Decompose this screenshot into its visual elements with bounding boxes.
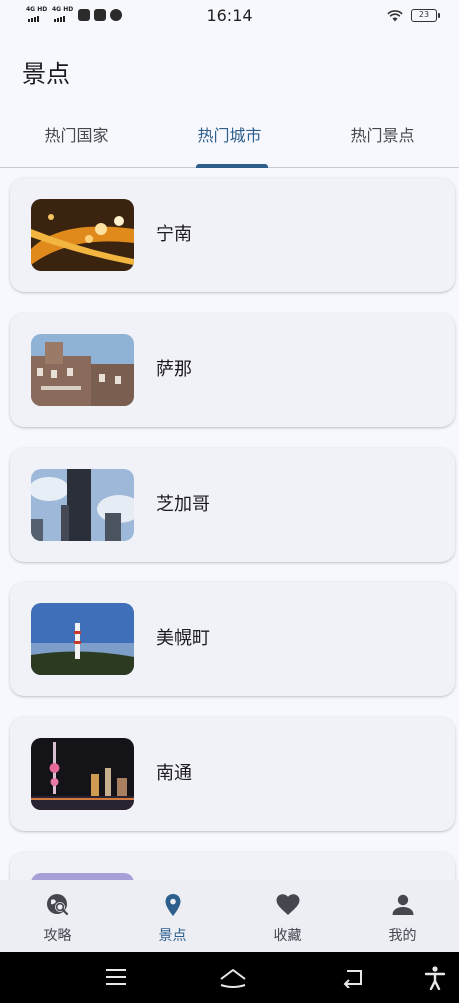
page-title: 景点 [22,60,70,88]
battery-icon: 23 [411,9,440,22]
city-thumbnail [31,199,134,271]
system-navigation-bar [0,952,459,1003]
status-bar: 4G HD 4G HD 16:14 23 [0,0,459,32]
nav-item-favorites[interactable]: 收藏 [230,880,345,952]
accessibility-icon[interactable] [424,966,446,990]
city-thumbnail [31,873,134,880]
nav-label: 攻略 [43,928,72,944]
home-icon[interactable] [218,966,248,990]
status-icons-right: 23 [387,9,440,22]
battery-level: 23 [418,10,430,19]
list-item[interactable] [10,852,455,880]
city-thumbnail [31,334,134,406]
list-item[interactable]: 南通 [10,717,455,831]
list-item[interactable]: 美幌町 [10,582,455,696]
location-pin-icon [165,894,181,916]
list-item[interactable]: 芝加哥 [10,448,455,562]
person-icon [392,894,414,915]
city-name: 萨那 [156,359,192,380]
city-list[interactable]: 宁南 萨那 芝加哥 美幌町 南通 [0,168,459,880]
nav-item-guide[interactable]: 攻略 [0,880,115,952]
nav-label: 景点 [158,928,187,944]
tab-popular-attractions[interactable]: 热门景点 [306,106,459,168]
city-thumbnail [31,738,134,810]
nav-item-attractions[interactable]: 景点 [115,880,230,952]
wifi-icon [387,9,403,21]
city-thumbnail [31,603,134,675]
globe-search-icon [47,894,69,916]
nav-label: 我的 [388,928,417,944]
list-item[interactable]: 萨那 [10,313,455,427]
back-icon[interactable] [341,966,367,988]
city-thumbnail [31,469,134,541]
city-name: 宁南 [156,224,192,245]
nav-item-profile[interactable]: 我的 [345,880,459,952]
city-name: 芝加哥 [156,494,210,515]
heart-icon [276,894,300,915]
tab-popular-cities[interactable]: 热门城市 [153,106,306,168]
list-item[interactable]: 宁南 [10,178,455,292]
menu-icon[interactable] [104,966,128,988]
nav-label: 收藏 [273,928,302,944]
tab-bar: 热门国家 热门城市 热门景点 [0,106,459,168]
bottom-navigation: 攻略 景点 收藏 我的 [0,880,459,952]
city-name: 美幌町 [156,628,210,649]
tab-popular-countries[interactable]: 热门国家 [0,106,153,168]
city-name: 南通 [156,763,192,784]
